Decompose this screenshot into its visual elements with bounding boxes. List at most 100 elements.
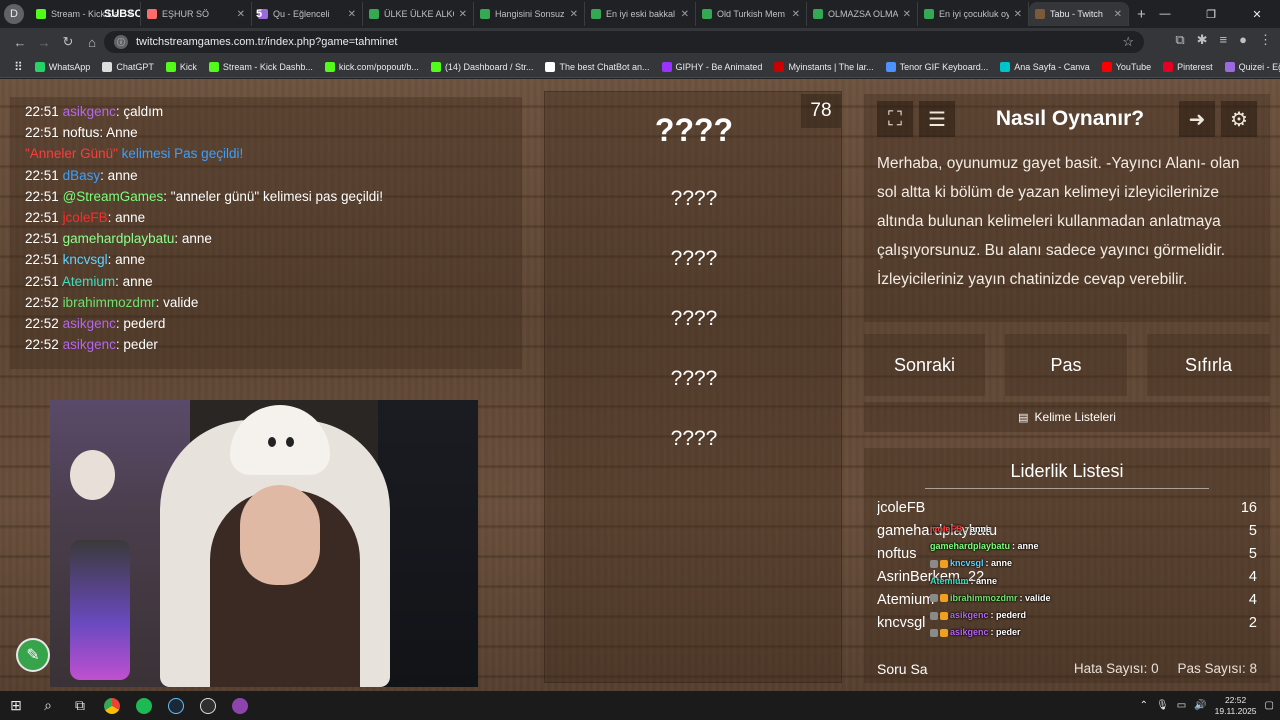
windows-start-icon[interactable]: ⊞ — [0, 691, 32, 720]
clipboard-icon: ▤ — [1018, 411, 1029, 424]
network-icon[interactable]: ▭ — [1177, 700, 1186, 711]
profile-avatar[interactable]: D — [4, 4, 24, 24]
fullscreen-icon[interactable]: ⛶ — [877, 101, 913, 137]
volume-icon[interactable]: 🔊 — [1194, 700, 1206, 711]
overlay-chat-text: : anne — [1012, 541, 1039, 552]
tab-close-icon[interactable]: ✕ — [1114, 9, 1122, 20]
word-lists-button[interactable]: ▤ Kelime Listeleri — [864, 402, 1270, 432]
tab-title: EŞHUR SÖ — [162, 9, 210, 19]
bookmark-item[interactable]: Tenor GIF Keyboard... — [880, 61, 995, 72]
address-bar[interactable]: ⓘ twitchstreamgames.com.tr/index.php?gam… — [104, 31, 1144, 53]
tab-title: Qu - Eğlenceli — [273, 9, 330, 19]
minimize-button[interactable]: — — [1142, 0, 1188, 28]
hidden-answer: ???? — [670, 367, 718, 390]
microphone-icon[interactable]: 🎙 — [1156, 700, 1169, 711]
pencil-edit-button[interactable]: ✎ — [16, 638, 50, 672]
tab-close-icon[interactable]: ✕ — [237, 9, 245, 20]
tray-chevron-icon[interactable]: ⌃ — [1140, 700, 1148, 711]
bookmark-star-icon[interactable]: ☆ — [1122, 34, 1134, 50]
chat-username: noftus — [62, 125, 100, 141]
menu-icon[interactable]: ⋮ — [1259, 32, 1272, 48]
steam-icon[interactable] — [160, 691, 192, 720]
browser-tab[interactable]: Hangisini Sonsuz ✕ — [474, 2, 585, 26]
windows-taskbar: ⊞ ⌕ ⧉ ⌃ 🎙 ▭ 🔊 22:52 19.11.2025 ▢ — [0, 691, 1280, 720]
chat-time: 22:51 — [25, 188, 59, 204]
bookmark-label: (14) Dashboard / Str... — [444, 61, 534, 72]
extension-icon[interactable]: ⧉ — [1175, 32, 1184, 48]
overlay-chat-text: : pederd — [990, 610, 1027, 621]
bookmark-item[interactable]: Myinstants | The lar... — [768, 61, 879, 72]
extensions-puzzle-icon[interactable]: ✱ — [1197, 32, 1208, 48]
tab-close-icon[interactable]: ✕ — [681, 9, 689, 20]
tab-close-icon[interactable]: ✕ — [348, 9, 356, 20]
word-lists-label: Kelime Listeleri — [1034, 410, 1116, 424]
bookmark-item[interactable]: YouTube — [1096, 61, 1157, 72]
chat-message: 22:52 asikgenc: peder — [25, 334, 507, 355]
bookmark-item[interactable]: (14) Dashboard / Str... — [425, 61, 540, 72]
bookmark-item[interactable]: Stream - Kick Dashb... — [203, 61, 319, 72]
chat-badge-icon — [940, 628, 948, 637]
overlay-chat-text: : valide — [1019, 592, 1051, 603]
browser-tab[interactable]: ÜLKE ÜLKE ALKOL ✕ — [363, 2, 474, 26]
forward-icon[interactable]: → — [32, 35, 56, 50]
bookmark-item[interactable]: Quizei - Eğlenceli ve... — [1219, 61, 1280, 72]
bookmark-item[interactable]: GIPHY - Be Animated — [656, 61, 769, 72]
maximize-button[interactable]: ❐ — [1188, 0, 1234, 28]
back-icon[interactable]: ← — [8, 35, 32, 50]
apps-icon[interactable]: ⠿ — [8, 60, 29, 74]
search-icon[interactable]: ⌕ — [32, 691, 64, 720]
chat-time: 22:51 — [25, 273, 59, 289]
browser-tab[interactable]: OLMAZSA OLMAZ ✕ — [807, 2, 918, 26]
chrome-icon[interactable] — [96, 691, 128, 720]
tab-close-icon[interactable]: ✕ — [1014, 9, 1022, 20]
chat-text: : anne — [174, 231, 212, 247]
browser-tab[interactable]: En iyi eski bakkal ✕ — [585, 2, 696, 26]
tab-close-icon[interactable]: ✕ — [459, 9, 467, 20]
chat-time: 22:52 — [25, 337, 59, 353]
tab-close-icon[interactable]: ✕ — [792, 9, 800, 20]
bookmark-favicon-icon — [1224, 61, 1235, 72]
notifications-icon[interactable]: ▢ — [1265, 700, 1274, 711]
tab-close-icon[interactable]: ✕ — [903, 9, 911, 20]
browser-tab[interactable]: En iyi çocukluk oy ✕ — [918, 2, 1029, 26]
browser-tab[interactable]: Old Turkish Mem ✕ — [696, 2, 807, 26]
task-view-icon[interactable]: ⧉ — [64, 691, 96, 720]
settings-gear-icon[interactable]: ⚙ — [1221, 101, 1257, 137]
bookmark-item[interactable]: WhatsApp — [29, 61, 97, 72]
browser-tab[interactable]: EŞHUR SÖ ✕ — [141, 2, 252, 26]
webcam-feed — [50, 400, 478, 687]
bookmark-item[interactable]: The best ChatBot an... — [539, 61, 655, 72]
tab-close-icon[interactable]: ✕ — [570, 9, 578, 20]
bunny-hat — [230, 405, 330, 475]
notes-icon[interactable]: ☰ — [919, 101, 955, 137]
bookmark-item[interactable]: Kick — [160, 61, 203, 72]
obs-icon[interactable] — [192, 691, 224, 720]
site-info-icon[interactable]: ⓘ — [114, 35, 128, 49]
bookmark-item[interactable]: ChatGPT — [96, 61, 160, 72]
browser-tab[interactable]: Qu - Eğlenceli ✕ 5 — [252, 2, 363, 26]
hidden-answer: ???? — [670, 187, 718, 210]
chat-badge-icon — [930, 560, 938, 568]
pass-button[interactable]: Pas — [1005, 334, 1127, 396]
profile-icon[interactable]: ● — [1239, 32, 1247, 48]
bookmark-item[interactable]: Pinterest — [1157, 61, 1219, 72]
clock[interactable]: 22:52 19.11.2025 — [1215, 695, 1257, 717]
home-icon[interactable]: ⌂ — [80, 35, 104, 50]
browser-tab[interactable]: Stream - Kick Da✕SUBSCRIBERS — [30, 2, 141, 26]
media-icon[interactable]: ≡ — [1220, 32, 1228, 48]
bookmark-favicon-icon — [1000, 61, 1011, 72]
bookmark-favicon-icon — [208, 61, 219, 72]
reset-button[interactable]: Sıfırla — [1147, 334, 1270, 396]
reload-icon[interactable]: ↻ — [56, 34, 80, 50]
overlay-chat-message: kncvsgl: anne — [930, 555, 1150, 572]
next-button[interactable]: Sonraki — [864, 334, 985, 396]
browser-tab[interactable]: Tabu - Twitch ✕ — [1029, 2, 1129, 26]
overlay-chat-username: gamehardplaybatu — [930, 541, 1011, 552]
close-window-button[interactable]: ✕ — [1234, 0, 1280, 28]
exit-icon[interactable]: ➜ — [1179, 101, 1215, 137]
app-icon[interactable] — [224, 691, 256, 720]
chat-username: "Anneler Günü" — [25, 146, 118, 162]
bookmark-item[interactable]: Ana Sayfa - Canva — [994, 61, 1096, 72]
bookmark-item[interactable]: kick.com/popout/b... — [319, 61, 425, 72]
spotify-icon[interactable] — [128, 691, 160, 720]
